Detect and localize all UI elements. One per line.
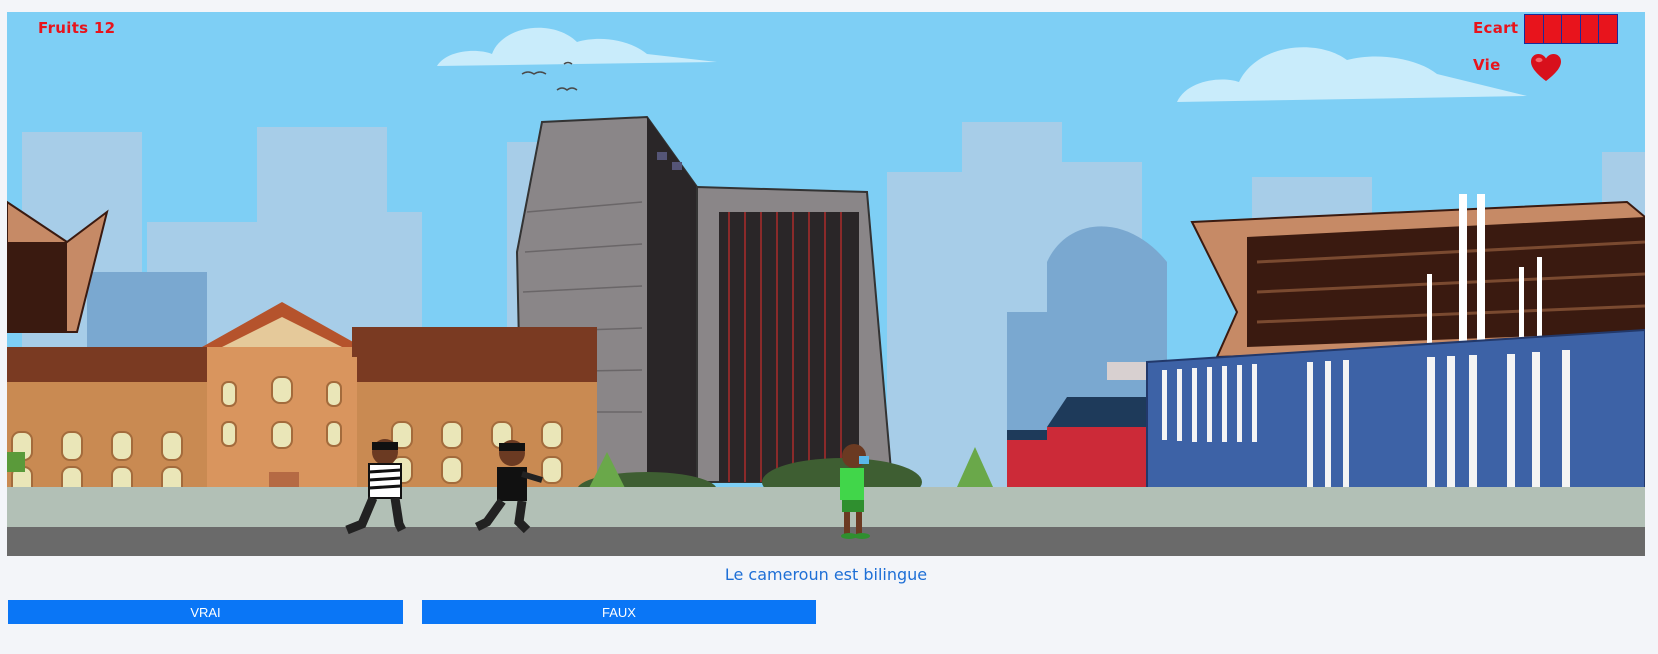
sidewalk	[7, 487, 1645, 527]
ecart-meter	[1524, 14, 1618, 44]
fruits-counter: Fruits 12	[38, 19, 116, 37]
true-button[interactable]: VRAI	[8, 600, 403, 624]
false-button[interactable]: FAUX	[422, 600, 816, 624]
heart-icon	[1531, 54, 1561, 81]
right-stadium	[1190, 194, 1645, 359]
game-scene	[7, 12, 1645, 556]
question-text: Le cameroun est bilingue	[724, 565, 928, 584]
ecart-segment	[1562, 15, 1581, 43]
ecart-label: Ecart	[1473, 19, 1519, 37]
ecart-segment	[1543, 15, 1563, 43]
game-canvas[interactable]: Fruits 12 Ecart Vie	[7, 12, 1645, 556]
vie-label: Vie	[1473, 56, 1501, 74]
ecart-segment	[1580, 15, 1600, 43]
ecart-segment	[1599, 15, 1617, 43]
ecart-segment	[1525, 15, 1544, 43]
road	[7, 527, 1645, 556]
